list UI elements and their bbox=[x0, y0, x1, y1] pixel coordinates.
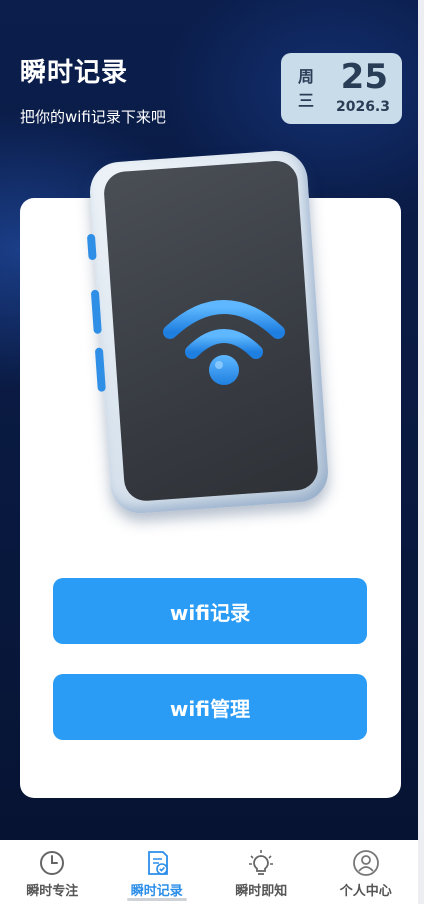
lightbulb-icon bbox=[249, 850, 274, 875]
tab-label: 瞬时即知 bbox=[235, 884, 288, 899]
note-check-icon bbox=[147, 851, 168, 875]
weekday-label: 周 三 bbox=[297, 65, 315, 113]
tab-focus[interactable]: 瞬时专注 bbox=[0, 840, 105, 904]
day-number: 25 bbox=[340, 57, 388, 97]
wifi-icon bbox=[163, 300, 285, 385]
tab-knowledge[interactable]: 瞬时即知 bbox=[209, 840, 314, 904]
phone-side-button bbox=[86, 233, 97, 261]
weekday-prefix: 周 bbox=[297, 67, 314, 86]
wifi-manage-button[interactable]: wifi管理 bbox=[53, 674, 367, 740]
wifi-record-button[interactable]: wifi记录 bbox=[53, 578, 367, 644]
tab-label: 个人中心 bbox=[339, 884, 392, 899]
app-screen: 瞬时记录 把你的wifi记录下来吧 周 三 25 2026.3 wifi记录 w… bbox=[0, 0, 418, 904]
page-title: 瞬时记录 bbox=[20, 58, 129, 88]
tab-record[interactable]: 瞬时记录 bbox=[105, 840, 210, 904]
date-card: 周 三 25 2026.3 bbox=[281, 53, 402, 124]
active-tab-indicator bbox=[126, 898, 187, 901]
clock-icon bbox=[40, 851, 65, 875]
tab-label: 瞬时记录 bbox=[130, 884, 183, 899]
tab-profile[interactable]: 个人中心 bbox=[314, 840, 419, 904]
user-icon bbox=[352, 850, 379, 876]
year-month: 2026.3 bbox=[335, 99, 390, 115]
bottom-tab-bar: 瞬时专注 瞬时记录 瞬时即知 个人中心 bbox=[0, 840, 418, 904]
edge-strip bbox=[418, 0, 424, 904]
weekday-value: 三 bbox=[297, 91, 314, 110]
tab-label: 瞬时专注 bbox=[26, 884, 79, 899]
page-subtitle: 把你的wifi记录下来吧 bbox=[20, 108, 166, 126]
